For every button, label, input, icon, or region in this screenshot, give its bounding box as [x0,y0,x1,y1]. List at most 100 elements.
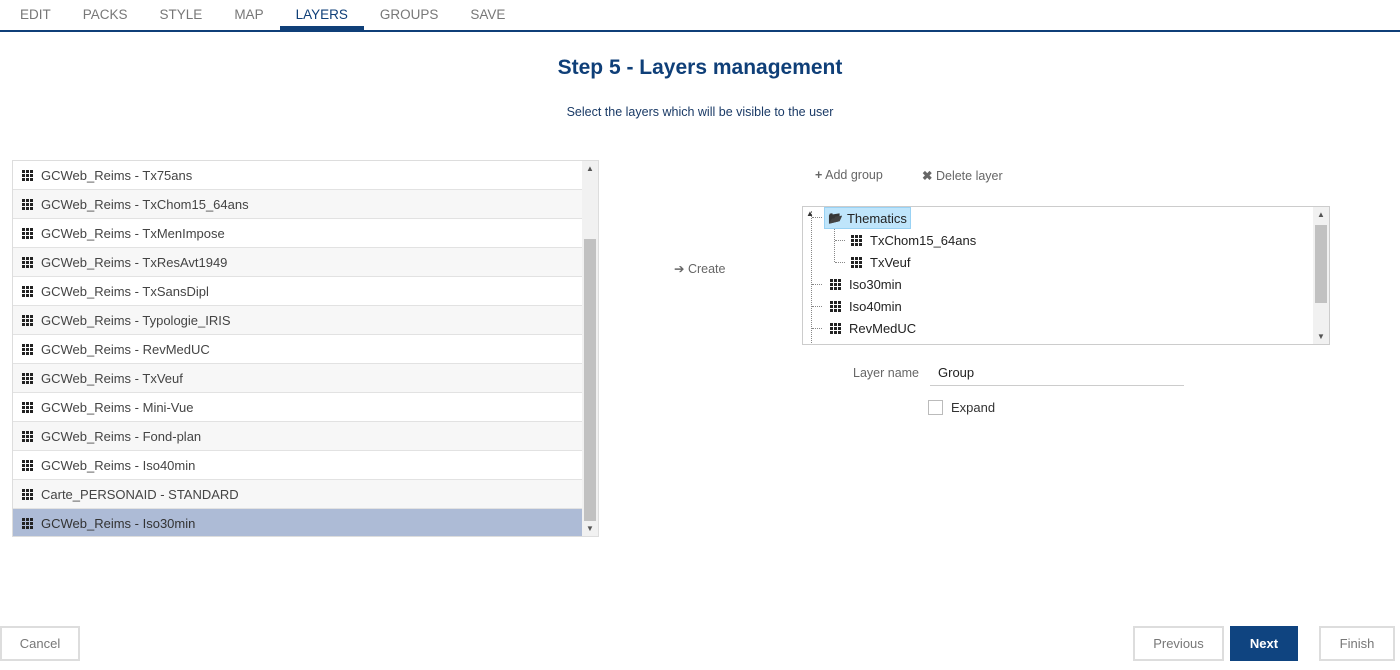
layer-list-item[interactable]: GCWeb_Reims - Iso30min [13,509,583,536]
layer-list-item[interactable]: GCWeb_Reims - Tx75ans [13,161,583,190]
layer-list-item-label: GCWeb_Reims - Typologie_IRIS [41,312,231,328]
layer-grid-icon [22,256,33,268]
layer-list-item[interactable]: GCWeb_Reims - Iso40min [13,451,583,480]
tree-node-label: RevMedUC [849,320,917,336]
tab-groups[interactable]: GROUPS [364,0,455,30]
layer-list-item-label: GCWeb_Reims - TxChom15_64ans [41,196,249,212]
layer-grid-icon [22,401,33,413]
tree-node-label: TxVeuf [870,254,911,270]
layer-list-item-label: GCWeb_Reims - TxSansDipl [41,283,209,299]
layer-list-item[interactable]: GCWeb_Reims - TxChom15_64ans [13,190,583,219]
scroll-thumb[interactable] [1315,225,1327,303]
layer-grid-icon [22,459,33,471]
layer-grid-icon [22,227,33,239]
tree-group-thematics[interactable]: 📂 Thematics [824,207,911,229]
tree-node[interactable]: Iso30min [830,273,902,295]
tree-node-label: Typologie_IRIS [849,343,937,345]
tree-line [834,229,835,262]
expand-label: Expand [951,400,996,415]
layer-name-label: Layer name [853,366,920,380]
create-button[interactable]: ➔ Create [674,261,726,276]
layer-tree[interactable]: ▲ ▼ ▲ 📂 Thematics TxChom15_64ans TxVeuf Iso30… [802,206,1330,345]
layer-list-item[interactable]: GCWeb_Reims - RevMedUC [13,335,583,364]
layer-list-item-label: GCWeb_Reims - TxResAvt1949 [41,254,228,270]
finish-button[interactable]: Finish [1319,626,1395,661]
tree-node[interactable]: TxVeuf [851,251,910,273]
available-layers-list[interactable]: GCWeb_Reims - Tx75ans GCWeb_Reims - TxCho… [12,160,599,537]
layer-name-input[interactable] [930,360,1184,386]
layer-list-item[interactable]: GCWeb_Reims - TxVeuf [13,364,583,393]
list-scrollbar[interactable]: ▲ ▼ [582,161,598,536]
layer-list-item-label: GCWeb_Reims - Fond-plan [41,428,202,444]
close-icon: ✖ [922,169,933,183]
tree-line [812,217,822,218]
add-group-button[interactable]: + Add group [815,168,883,182]
layer-list-item-label: GCWeb_Reims - RevMedUC [41,341,210,357]
wizard-tabs: EDIT PACKS STYLE MAP LAYERS GROUPS SAVE [0,0,1400,32]
scroll-down-icon[interactable]: ▼ [1313,332,1329,341]
tab-edit[interactable]: EDIT [4,0,67,30]
tree-line [835,262,845,263]
tab-layers[interactable]: LAYERS [279,0,365,30]
scroll-up-icon[interactable]: ▲ [582,164,598,173]
layer-grid-icon [22,372,33,384]
scroll-up-icon[interactable]: ▲ [1313,210,1329,219]
folder-open-icon: 📂 [828,211,843,225]
tree-line [811,211,812,344]
expand-checkbox[interactable] [928,400,943,415]
layer-grid-icon [830,278,841,290]
tree-line [812,284,822,285]
layer-list-item-label: GCWeb_Reims - Tx75ans [41,167,193,183]
scroll-thumb[interactable] [584,239,596,521]
layer-grid-icon [851,256,862,268]
tree-node[interactable]: TxChom15_64ans [851,229,976,251]
layer-list-item-label: GCWeb_Reims - Mini-Vue [41,399,194,415]
tree-node-label: TxChom15_64ans [870,232,977,248]
layer-list-item[interactable]: GCWeb_Reims - TxResAvt1949 [13,248,583,277]
tree-node-label: Iso40min [849,298,902,314]
layer-list-item-label: GCWeb_Reims - Iso40min [41,457,196,473]
scroll-down-icon[interactable]: ▼ [582,524,598,533]
layer-grid-icon [22,314,33,326]
tree-line [812,306,822,307]
tree-node-label: Iso30min [849,276,902,292]
page-subtitle: Select the layers which will be visible … [566,105,834,119]
cancel-button[interactable]: Cancel [0,626,80,661]
tab-style[interactable]: STYLE [144,0,219,30]
tab-map[interactable]: MAP [218,0,279,30]
layer-grid-icon [22,517,33,529]
layer-list-item[interactable]: Carte_PERSONAID - STANDARD [13,480,583,509]
tree-node[interactable]: RevMedUC [830,317,916,339]
layer-grid-icon [22,430,33,442]
layer-grid-icon [830,322,841,334]
layer-grid-icon [830,345,841,346]
tab-packs[interactable]: PACKS [67,0,144,30]
layer-grid-icon [22,169,33,181]
layer-grid-icon [22,488,33,500]
layer-list-item[interactable]: GCWeb_Reims - Typologie_IRIS [13,306,583,335]
layer-list-item-label: GCWeb_Reims - Iso30min [41,515,196,531]
layer-list-item[interactable]: GCWeb_Reims - Fond-plan [13,422,583,451]
layer-list-item[interactable]: GCWeb_Reims - Mini-Vue [13,393,583,422]
layer-list-item[interactable]: GCWeb_Reims - TxSansDipl [13,277,583,306]
tree-node-label: Thematics [846,210,907,226]
layer-grid-icon [830,300,841,312]
tree-node[interactable]: Typologie_IRIS [830,339,937,345]
layer-list-item-label: Carte_PERSONAID - STANDARD [41,486,239,502]
arrow-right-icon: ➔ [674,262,685,276]
layer-grid-icon [22,285,33,297]
tab-save[interactable]: SAVE [454,0,521,30]
page-title: Step 5 - Layers management [557,56,843,79]
layer-list-item-label: GCWeb_Reims - TxMenImpose [41,225,225,241]
tree-scrollbar[interactable]: ▲ ▼ [1313,207,1329,344]
layer-list-item-label: GCWeb_Reims - TxVeuf [41,370,183,386]
layer-grid-icon [851,234,862,246]
tree-node[interactable]: Iso40min [830,295,902,317]
previous-button[interactable]: Previous [1133,626,1224,661]
tree-line [835,240,845,241]
next-button[interactable]: Next [1230,626,1298,661]
layer-grid-icon [22,198,33,210]
delete-layer-button[interactable]: ✖ Delete layer [922,168,1003,183]
tree-line [812,328,822,329]
layer-list-item[interactable]: GCWeb_Reims - TxMenImpose [13,219,583,248]
